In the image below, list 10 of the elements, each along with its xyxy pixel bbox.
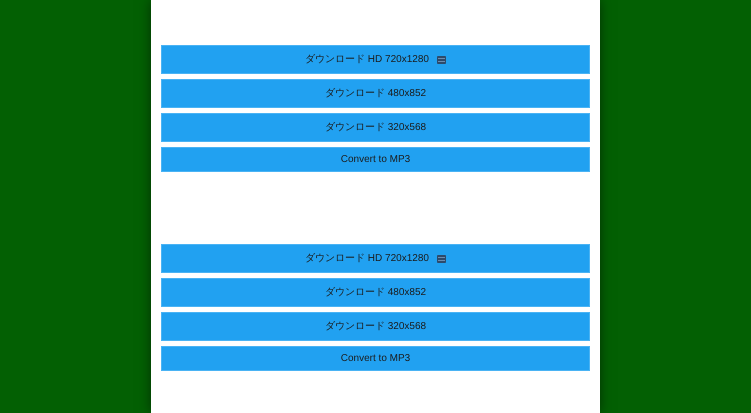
download-button[interactable]: Convert to MP3 xyxy=(161,147,590,172)
download-button[interactable]: ダウンロード HD 720x1280 xyxy=(161,45,590,74)
download-button[interactable]: ダウンロード 320x568 xyxy=(161,312,590,341)
download-button[interactable]: Convert to MP3 xyxy=(161,346,590,371)
download-button[interactable]: ダウンロード 480x852 xyxy=(161,278,590,307)
film-icon xyxy=(436,254,446,262)
download-button[interactable]: ダウンロード 480x852 xyxy=(161,79,590,108)
film-icon xyxy=(436,56,446,64)
download-button[interactable]: ダウンロード HD 720x1280 xyxy=(161,244,590,273)
download-button[interactable]: ダウンロード 320x568 xyxy=(161,113,590,142)
